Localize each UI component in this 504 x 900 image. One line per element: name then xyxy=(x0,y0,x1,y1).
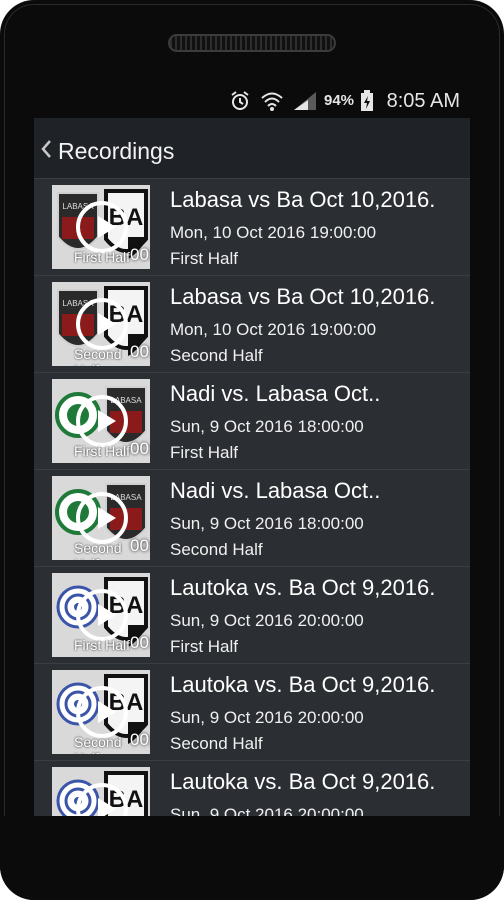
recording-date: Sun, 9 Oct 2016 20:00:00 xyxy=(170,708,364,727)
list-item[interactable]: LABASA First Half 00:00 Nadi vs. Labasa … xyxy=(34,372,470,469)
video-thumbnail[interactable]: LABASA BA Second Half 00:00 xyxy=(52,282,150,366)
wifi-icon xyxy=(261,92,283,111)
recording-date: Sun, 9 Oct 2016 18:00:00 xyxy=(170,514,364,533)
battery-percent: 94% xyxy=(324,92,355,109)
alarm-icon xyxy=(231,91,249,110)
recording-title: Labasa vs Ba Oct 10,2016. xyxy=(170,187,436,212)
recording-date: Sun, 9 Oct 2016 18:00:00 xyxy=(170,417,364,436)
status-time: 8:05 AM xyxy=(386,90,460,112)
earpiece-speaker xyxy=(168,34,336,52)
thumbnail-duration: 00:00 xyxy=(130,439,150,458)
recording-date: Sun, 9 Oct 2016 20:00:00 xyxy=(170,805,364,816)
signal-icon xyxy=(294,92,316,110)
recording-title: Lautoka vs. Ba Oct 9,2016. xyxy=(170,672,436,697)
play-icon[interactable] xyxy=(76,395,128,447)
list-item[interactable]: BA First Half 00:00 Lautoka vs. Ba Oct 9… xyxy=(34,566,470,663)
recording-title: Lautoka vs. Ba Oct 9,2016. xyxy=(170,575,436,600)
video-thumbnail[interactable]: BA First Half 00:00 xyxy=(52,573,150,657)
play-icon[interactable] xyxy=(76,201,128,253)
status-bar: 94% 8:05 AM xyxy=(34,86,470,116)
list-item[interactable]: LABASA BA First Half 00:00 Labasa vs Ba … xyxy=(34,178,470,275)
video-thumbnail[interactable]: LABASA BA First Half 00:00 xyxy=(52,185,150,269)
recording-date: Mon, 10 Oct 2016 19:00:00 xyxy=(170,320,377,339)
recording-date: Sun, 9 Oct 2016 20:00:00 xyxy=(170,611,364,630)
thumbnail-duration: 00:00 xyxy=(130,730,150,749)
battery-icon xyxy=(361,90,373,111)
recording-title: Nadi vs. Labasa Oct.. xyxy=(170,381,381,406)
thumbnail-duration: 00:00 xyxy=(130,342,150,361)
phone-frame: 94% 8:05 AM Recordings LABASA BA First H… xyxy=(0,0,504,900)
play-icon[interactable] xyxy=(76,298,128,350)
recording-half: Second Half xyxy=(170,346,263,365)
video-thumbnail[interactable]: LABASA First Half 00:00 xyxy=(52,379,150,463)
thumbnail-half-label: First Half xyxy=(74,249,130,265)
recording-half: First Half xyxy=(170,249,238,268)
recording-half: Second Half xyxy=(170,734,263,753)
video-thumbnail[interactable]: BA xyxy=(52,767,150,816)
play-icon[interactable] xyxy=(76,589,128,641)
action-bar: Recordings xyxy=(34,118,470,178)
thumbnail-duration: 00:00 xyxy=(130,633,150,652)
recording-title: Nadi vs. Labasa Oct.. xyxy=(170,478,381,503)
recording-title: Labasa vs Ba Oct 10,2016. xyxy=(170,284,436,309)
thumbnail-half-label: First Half xyxy=(74,443,130,459)
page-title[interactable]: Recordings xyxy=(58,138,174,165)
thumbnail-duration: 00:00 xyxy=(130,536,150,555)
list-item[interactable]: BA Second Half 00:00 Lautoka vs. Ba Oct … xyxy=(34,663,470,760)
recording-half: First Half xyxy=(170,443,238,462)
recording-date: Mon, 10 Oct 2016 19:00:00 xyxy=(170,223,377,242)
chevron-left-icon[interactable] xyxy=(40,140,52,158)
thumbnail-half-label: First Half xyxy=(74,637,130,653)
recordings-list[interactable]: LABASA BA First Half 00:00 Labasa vs Ba … xyxy=(34,178,470,816)
recording-half: Second Half xyxy=(170,540,263,559)
bottom-bezel xyxy=(0,816,504,900)
recording-half: First Half xyxy=(170,637,238,656)
play-icon[interactable] xyxy=(76,686,128,738)
list-item[interactable]: BA Lautoka vs. Ba Oct 9,2016. Sun, 9 Oct… xyxy=(34,760,470,816)
video-thumbnail[interactable]: BA Second Half 00:00 xyxy=(52,670,150,754)
list-item[interactable]: LABASA BA Second Half 00:00 Labasa vs Ba… xyxy=(34,275,470,372)
app-screen: Recordings LABASA BA First Half 00:00 La… xyxy=(34,118,470,816)
list-item[interactable]: LABASA Second Half 00:00 Nadi vs. Labasa… xyxy=(34,469,470,566)
thumbnail-duration: 00:00 xyxy=(130,245,150,264)
recording-title: Lautoka vs. Ba Oct 9,2016. xyxy=(170,769,436,794)
video-thumbnail[interactable]: LABASA Second Half 00:00 xyxy=(52,476,150,560)
play-icon[interactable] xyxy=(76,492,128,544)
